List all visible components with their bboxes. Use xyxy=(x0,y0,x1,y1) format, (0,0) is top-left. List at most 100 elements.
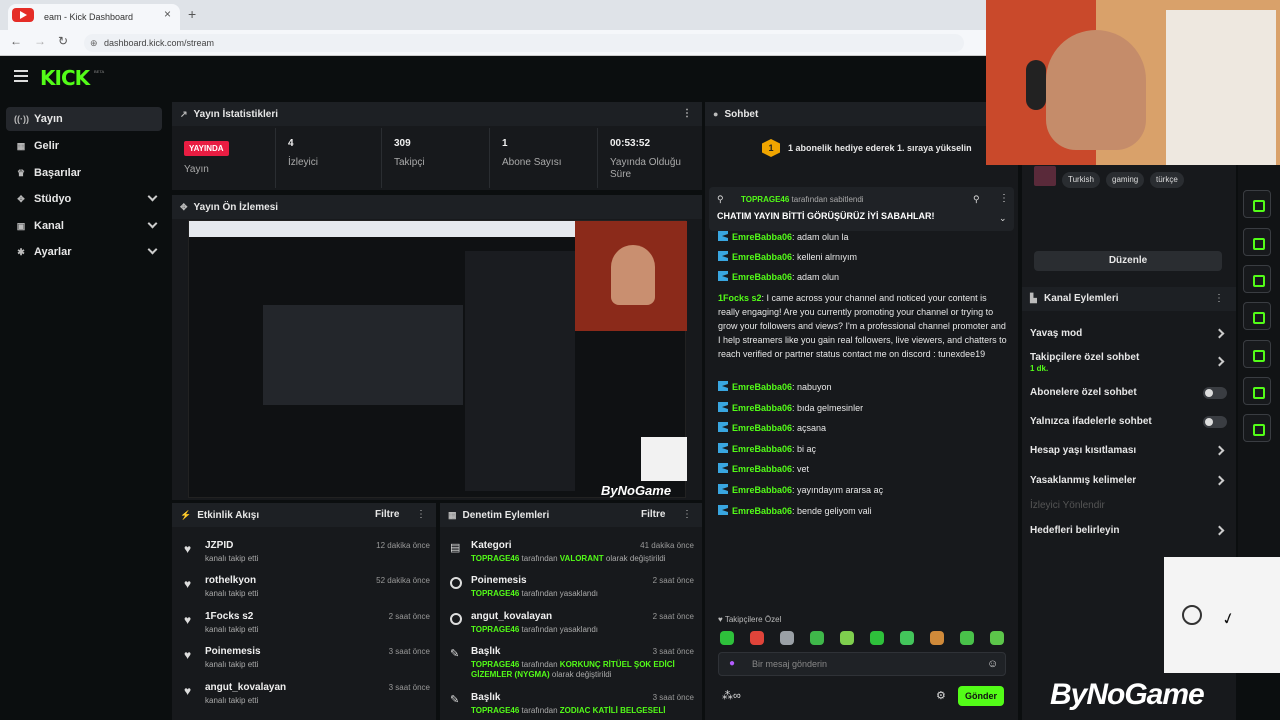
chat-title: Sohbet xyxy=(724,108,759,120)
account-age-item[interactable]: Hesap yaşı kısıtlaması xyxy=(1030,445,1136,456)
moderator-badge-icon xyxy=(718,463,728,473)
chat-message[interactable]: EmreBabba06: adam olun la xyxy=(718,230,1008,242)
tag-chip[interactable]: türkçe xyxy=(1150,172,1184,188)
mod-desc-line2: GİZEMLER (NYGMA) olarak değiştirildi xyxy=(471,670,612,679)
chat-message[interactable]: EmreBabba06: nabuyon xyxy=(718,380,832,394)
table-row[interactable]: ▤ Kategori TOPRAGE46 tarafından VALORANT… xyxy=(444,538,696,572)
set-goals-item[interactable]: Hedefleri belirleyin xyxy=(1030,525,1119,536)
youtube-favicon-icon xyxy=(12,8,34,22)
rail-button[interactable] xyxy=(1243,228,1271,256)
activity-user: 1Focks s2 xyxy=(205,611,254,622)
list-item[interactable]: ♥ angut_kovalayan kanalı takip etti 3 sa… xyxy=(176,680,432,714)
sidebar-item-label: Gelir xyxy=(34,140,60,152)
rail-button[interactable] xyxy=(1243,414,1271,442)
sidebar-item-gelir[interactable]: ▦ Gelir xyxy=(6,134,162,158)
emote-icon[interactable] xyxy=(720,631,734,645)
rail-button[interactable] xyxy=(1243,265,1271,293)
activity-filter-button[interactable]: Filtre xyxy=(375,509,399,520)
chevron-down-icon[interactable] xyxy=(147,191,158,202)
edit-button[interactable]: Düzenle xyxy=(1034,251,1222,271)
mod-time: 3 saat önce xyxy=(652,647,694,656)
chat-message[interactable]: EmreBabba06: kelleni alrnıyım xyxy=(718,250,857,264)
moderation-filter-button[interactable]: Filtre xyxy=(641,509,665,520)
sidebar-item-yayin[interactable]: ((·)) Yayın xyxy=(6,107,162,131)
kick-logo[interactable]: KICK xyxy=(40,66,90,90)
stat-label: Abone Sayısı xyxy=(502,157,562,168)
list-item[interactable]: ♥ JZPID kanalı takip etti 12 dakika önce xyxy=(176,538,432,572)
stream-preview-video[interactable]: ByNoGame xyxy=(188,220,687,498)
sidebar-item-studyo[interactable]: ✥ Stüdyo xyxy=(6,187,162,211)
emote-icon[interactable] xyxy=(990,631,1004,645)
unpin-icon[interactable]: ⚲ xyxy=(973,194,980,205)
webcam-room xyxy=(1166,10,1276,165)
kebab-icon[interactable]: ⋮ xyxy=(682,108,692,119)
chat-message[interactable]: EmreBabba06: vet xyxy=(718,462,809,476)
mic-icon[interactable]: ● xyxy=(729,658,735,669)
rail-button[interactable] xyxy=(1243,377,1271,405)
back-icon[interactable]: ← xyxy=(10,34,22,48)
chat-message[interactable]: EmreBabba06: bi aç xyxy=(718,442,816,456)
emote-icon[interactable] xyxy=(900,631,914,645)
followers-chat-item[interactable]: Takipçilere özel sohbet xyxy=(1030,352,1139,363)
banned-words-item[interactable]: Yasaklanmış kelimeler xyxy=(1030,475,1136,486)
chat-message[interactable]: EmreBabba06: bende geliyom vali xyxy=(718,504,872,518)
subs-chat-toggle[interactable] xyxy=(1203,387,1227,399)
webcam-person xyxy=(1046,30,1146,150)
kebab-icon[interactable]: ⋮ xyxy=(1214,293,1224,304)
chat-message[interactable]: EmreBabba06: yayındayım ararsa aç xyxy=(718,483,883,497)
rail-button[interactable] xyxy=(1243,302,1271,330)
chevron-down-icon[interactable]: ⌄ xyxy=(999,213,1007,224)
tag-chip[interactable]: gaming xyxy=(1106,172,1145,188)
new-tab-icon[interactable]: + xyxy=(188,6,196,22)
address-bar[interactable]: dashboard.kick.com/stream xyxy=(84,34,964,52)
sidebar-item-basarilar[interactable]: ♛ Başarılar xyxy=(6,161,162,185)
sidebar-item-label: Ayarlar xyxy=(34,246,72,258)
menu-icon[interactable] xyxy=(14,70,28,82)
chat-input[interactable]: ● Bir mesaj gönderin ☺ xyxy=(718,652,1006,676)
tag-chip[interactable]: Turkish xyxy=(1062,172,1100,188)
table-row[interactable]: Poinemesis TOPRAGE46 tarafından yasaklan… xyxy=(444,573,696,607)
kebab-icon[interactable]: ⋮ xyxy=(682,509,692,520)
list-item[interactable]: ♥ rothelkyon kanalı takip etti 52 dakika… xyxy=(176,573,432,607)
emote-icon[interactable] xyxy=(870,631,884,645)
slow-mode-item[interactable]: Yavaş mod xyxy=(1030,328,1082,339)
gear-icon[interactable]: ⚙ xyxy=(936,689,946,702)
kebab-icon[interactable]: ⋮ xyxy=(999,193,1009,204)
chat-message[interactable]: EmreBabba06: açsana xyxy=(718,421,826,435)
chevron-down-icon[interactable] xyxy=(147,218,158,229)
chevron-down-icon[interactable] xyxy=(147,244,158,255)
table-row[interactable]: angut_kovalayan TOPRAGE46 tarafından yas… xyxy=(444,609,696,643)
emote-chat-toggle[interactable] xyxy=(1203,416,1227,428)
activity-desc: kanalı takip etti xyxy=(205,660,259,669)
chat-message[interactable]: EmreBabba06: adam olun xyxy=(718,270,839,284)
emote-icon[interactable] xyxy=(750,631,764,645)
rail-button[interactable] xyxy=(1243,190,1271,218)
sidebar-item-ayarlar[interactable]: ✱ Ayarlar xyxy=(6,240,162,264)
kebab-icon[interactable]: ⋮ xyxy=(416,509,426,520)
tab-close-icon[interactable]: × xyxy=(164,7,171,21)
reload-icon[interactable]: ↻ xyxy=(58,34,68,48)
channel-actions-icon: ▙ xyxy=(1030,293,1037,303)
emote-icon[interactable] xyxy=(840,631,854,645)
emoji-icon[interactable]: ☺ xyxy=(987,658,998,670)
list-item[interactable]: ♥ Poinemesis kanalı takip etti 3 saat ön… xyxy=(176,644,432,678)
table-row[interactable]: ✎ Başlık TOPRAGE46 tarafından ZODIAC KAT… xyxy=(444,690,696,718)
mod-desc: TOPRAGE46 tarafından VALORANT olarak değ… xyxy=(471,554,666,563)
rail-button[interactable] xyxy=(1243,340,1271,368)
emote-icon[interactable] xyxy=(780,631,794,645)
chat-message[interactable]: EmreBabba06: bıda gelmesinler xyxy=(718,401,863,415)
emote-icon[interactable] xyxy=(810,631,824,645)
pinned-message[interactable]: ⚲ TOPRAGE46 tarafından sabitlendi CHATIM… xyxy=(709,187,1014,231)
send-button[interactable]: Gönder xyxy=(958,686,1004,706)
emote-icon[interactable] xyxy=(960,631,974,645)
chat-message[interactable]: 1Focks s2: I came across your channel an… xyxy=(718,291,1010,361)
sidebar-item-kanal[interactable]: ▣ Kanal xyxy=(6,214,162,238)
forward-icon[interactable]: → xyxy=(34,34,46,48)
list-item[interactable]: ♥ 1Focks s2 kanalı takip etti 2 saat önc… xyxy=(176,609,432,643)
headphone-icon xyxy=(1026,60,1046,110)
stat-duration: 00:53:52 Yayında Olduğu Süre xyxy=(598,128,702,188)
emote-icon[interactable] xyxy=(930,631,944,645)
table-row[interactable]: ✎ Başlık TOPRAGE46 tarafından KORKUNÇ Rİ… xyxy=(444,644,696,688)
followers-chat-duration: 1 dk. xyxy=(1030,364,1049,373)
chat-tools-icon[interactable]: ⁂∞ xyxy=(722,689,741,702)
